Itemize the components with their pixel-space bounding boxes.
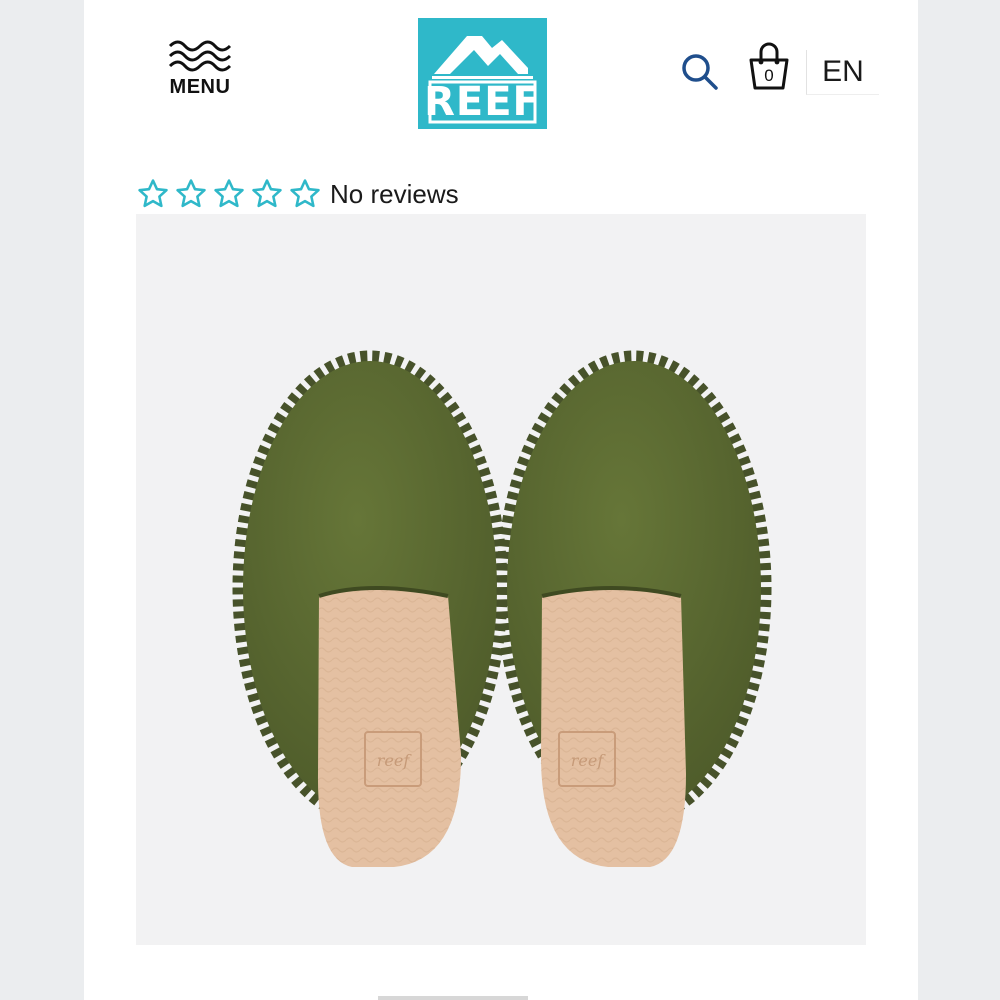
star-icon[interactable] — [288, 177, 322, 211]
star-icon[interactable] — [174, 177, 208, 211]
search-icon — [682, 54, 718, 90]
menu-label: MENU — [169, 76, 231, 98]
left-shoe: reef — [232, 350, 508, 867]
search-button[interactable] — [680, 52, 720, 92]
menu-button[interactable]: MENU — [168, 40, 232, 104]
cart-count: 0 — [764, 66, 774, 85]
svg-text:reef: reef — [377, 751, 413, 770]
star-icon[interactable] — [250, 177, 284, 211]
brand-name: REEF — [424, 79, 541, 125]
right-shoe: reef — [496, 350, 772, 867]
product-image[interactable]: reef reef — [136, 214, 866, 945]
rating-stars[interactable] — [136, 177, 322, 211]
reviews-link[interactable]: No reviews — [330, 179, 459, 210]
shoe-pair-illustration: reef reef — [232, 350, 772, 867]
carousel-indicator[interactable] — [378, 996, 528, 1000]
svg-text:reef: reef — [571, 751, 607, 770]
waves-icon — [168, 40, 232, 72]
page: MENU REEF 0 EN No reviews reef reef — [84, 0, 918, 1000]
reef-logo[interactable]: REEF — [418, 18, 547, 129]
star-icon[interactable] — [212, 177, 246, 211]
cart-button[interactable]: 0 — [748, 42, 790, 92]
language-selector[interactable]: EN — [806, 50, 879, 95]
product-rating: No reviews — [136, 176, 459, 212]
star-icon[interactable] — [136, 177, 170, 211]
